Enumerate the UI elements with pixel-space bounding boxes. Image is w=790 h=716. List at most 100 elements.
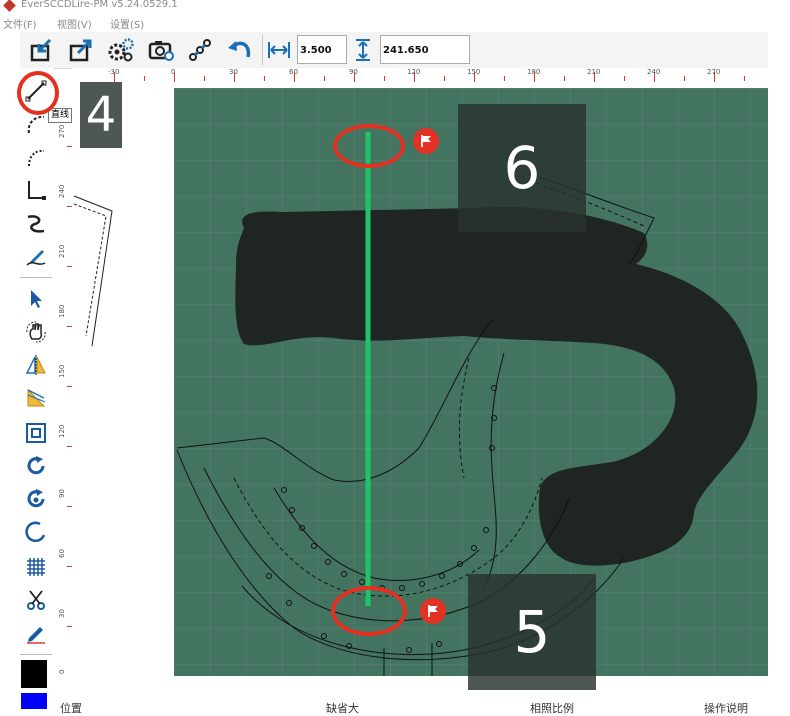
title-bar: EverSCCDLire-PM v5.24.0529.1 <box>0 0 790 14</box>
ruler-label: 270 <box>58 124 66 138</box>
rotate-icon <box>27 456 45 475</box>
ruler-tick <box>204 76 205 81</box>
menu-bar: 文件(F) 视图(V) 设置(S) <box>0 14 790 31</box>
import-button[interactable] <box>24 34 58 66</box>
horizontal-measure-button[interactable] <box>264 34 294 66</box>
main-toolbar <box>20 32 768 69</box>
vertical-measure-button[interactable] <box>348 34 378 66</box>
app-logo-icon <box>3 0 16 12</box>
export-icon <box>69 39 92 62</box>
ruler-label: 90 <box>58 489 66 498</box>
top-ruler: -30 0 30 60 90 120 150 180 210 240 270 <box>72 68 768 86</box>
ruler-tick <box>144 76 145 81</box>
cut-tool-button[interactable] <box>21 585 51 615</box>
secondary-color-swatch[interactable] <box>21 693 47 709</box>
ruler-label: 120 <box>407 68 421 76</box>
grid-icon <box>27 558 45 576</box>
arc-tool-icon <box>27 115 45 134</box>
horizontal-value-input[interactable] <box>297 35 347 64</box>
highlight-ring-bottom <box>331 586 407 636</box>
primary-color-swatch[interactable] <box>21 660 47 688</box>
palette-separator <box>20 277 52 278</box>
flag-icon <box>428 605 438 617</box>
horizontal-measure-icon <box>268 42 290 58</box>
ruler-label: 240 <box>58 184 66 198</box>
flag-marker-top <box>413 128 439 154</box>
ruler-tick <box>624 76 625 81</box>
left-tool-palette <box>18 68 54 708</box>
undo-button[interactable] <box>224 34 258 66</box>
offcanvas-outline <box>73 195 113 347</box>
status-bar: 位置 缺省大 相照比例 操作说明 <box>54 696 790 715</box>
grid-tool-button[interactable] <box>21 552 51 582</box>
ruler-label: 150 <box>58 364 66 378</box>
rotate-tool-button[interactable] <box>21 451 51 481</box>
ruler-label: 120 <box>58 424 66 438</box>
ruler-label: 90 <box>349 68 358 76</box>
import-icon <box>30 38 52 62</box>
menu-settings[interactable]: 设置(S) <box>110 16 144 31</box>
spline-tool-button[interactable] <box>21 208 51 238</box>
spline-tool-icon <box>27 215 45 233</box>
ruler-tick <box>264 76 265 81</box>
ruler-label: 240 <box>647 68 661 76</box>
camera-settings-icon <box>148 41 174 61</box>
rotate-target-button[interactable] <box>21 484 51 514</box>
ruler-label: 0 <box>58 669 66 674</box>
frame-tool-button[interactable] <box>21 418 51 448</box>
pan-tool-button[interactable] <box>21 317 51 347</box>
settings-gears-icon <box>108 38 134 62</box>
curve-tool-button[interactable] <box>21 142 51 172</box>
left-ruler: 0 30 60 90 120 150 180 210 240 270 <box>58 86 72 676</box>
machine-settings-button[interactable] <box>104 34 138 66</box>
scissors-icon <box>27 590 45 610</box>
ruler-tick <box>504 76 505 81</box>
pencil-icon <box>27 627 45 644</box>
ruler-label: 150 <box>467 68 481 76</box>
toolbar-separator <box>262 35 263 65</box>
ruler-label: 270 <box>707 68 721 76</box>
export-button[interactable] <box>64 34 98 66</box>
undo-icon <box>228 41 251 58</box>
ruler-label: 0 <box>171 68 176 76</box>
ruler-label: 210 <box>58 244 66 258</box>
ruler-tick <box>444 76 445 81</box>
status-position: 位置 <box>60 702 82 715</box>
status-photo-scale: 相照比例 <box>530 702 574 715</box>
flag-marker-bottom <box>420 598 446 624</box>
mirror-tool-button[interactable] <box>21 350 51 380</box>
ruler-label: 210 <box>587 68 601 76</box>
ruler-label: -30 <box>108 68 120 76</box>
ruler-label: 180 <box>58 304 66 318</box>
ruler-label: 30 <box>58 609 66 618</box>
status-default-size: 缺省大 <box>326 702 359 715</box>
curve-tool-icon <box>28 149 45 167</box>
ruler-triangle-icon <box>27 388 46 407</box>
pen-tool-button[interactable] <box>21 241 51 271</box>
vertical-value-input[interactable] <box>380 35 470 64</box>
menu-file[interactable]: 文件(F) <box>3 16 37 31</box>
select-tool-button[interactable] <box>21 284 51 314</box>
square-frame-icon <box>26 423 46 443</box>
corner-tool-button[interactable] <box>21 175 51 205</box>
ruler-tick <box>744 76 745 81</box>
chain-button[interactable] <box>184 34 218 66</box>
step-5-callout: 5 <box>468 574 596 690</box>
menu-view[interactable]: 视图(V) <box>57 16 92 31</box>
pen-tool-icon <box>26 250 46 266</box>
ruler-tick <box>564 76 565 81</box>
select-arrow-icon <box>31 290 42 308</box>
ruler-tool-button[interactable] <box>21 383 51 413</box>
ellipse-tool-button[interactable] <box>21 517 51 547</box>
drawing-canvas[interactable] <box>72 86 768 676</box>
highlight-ring-top <box>333 124 405 168</box>
rotate-target-icon <box>27 489 45 508</box>
flag-icon <box>421 135 431 147</box>
step-6-callout: 6 <box>458 104 586 232</box>
edit-tool-button[interactable] <box>21 618 51 648</box>
window-title: EverSCCDLire-PM v5.24.0529.1 <box>21 0 178 10</box>
line-tool-tooltip: 直线 <box>48 108 73 123</box>
corner-tool-icon <box>28 181 46 200</box>
ruler-tick <box>684 76 685 81</box>
camera-settings-button[interactable] <box>144 34 178 66</box>
